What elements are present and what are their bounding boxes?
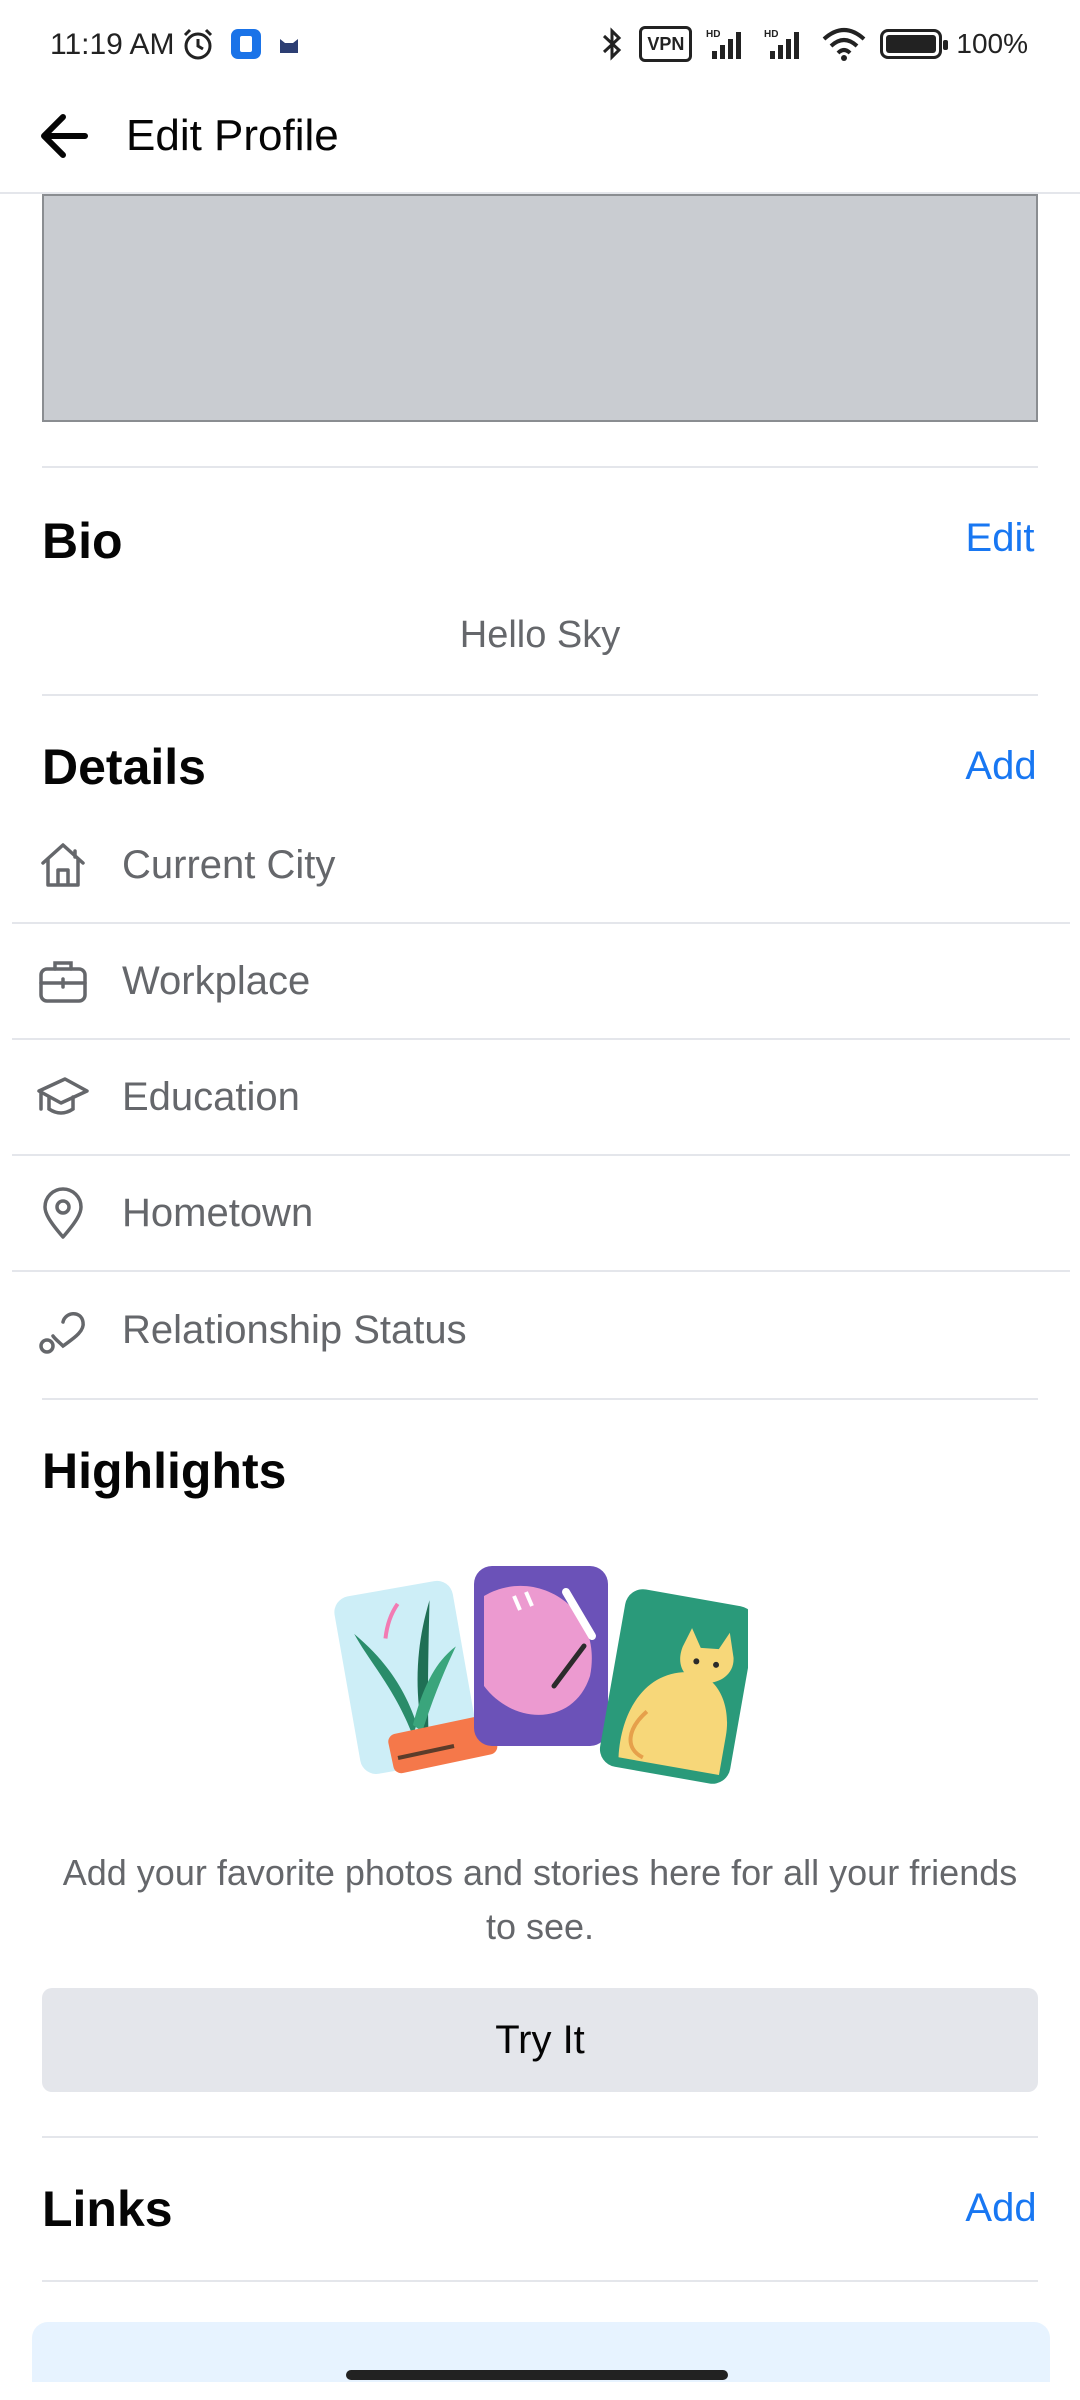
app-notification-icon (230, 26, 262, 62)
detail-item-relationship-status[interactable]: Relationship Status (12, 1272, 1070, 1388)
cat-icon (276, 26, 302, 62)
detail-item-workplace[interactable]: Workplace (12, 924, 1070, 1040)
details-section-title: Details (42, 739, 206, 795)
divider (42, 2280, 1038, 2282)
hd-signal-icon: HD (764, 26, 808, 62)
divider (42, 2136, 1038, 2138)
photo-cards-illustration (334, 1566, 756, 1794)
highlights-description: Add your favorite photos and stories her… (62, 1852, 1018, 1947)
bio-text: Hello Sky (459, 614, 621, 656)
detail-label: Education (122, 1074, 300, 1119)
status-right-icons: VPN HD HD 100% (599, 26, 1028, 62)
detail-item-education[interactable]: Education (12, 1040, 1070, 1156)
divider (42, 466, 1038, 468)
cover-photo[interactable] (42, 194, 1038, 422)
vpn-icon: VPN (639, 26, 693, 62)
bio-section-title: Bio (42, 513, 123, 569)
divider (42, 694, 1038, 696)
links-section-title: Links (42, 2181, 173, 2237)
edit-bio-button[interactable]: Edit (936, 506, 1064, 570)
add-details-button[interactable]: Add (938, 734, 1064, 798)
detail-label: Current City (122, 842, 336, 887)
highlights-section-title: Highlights (42, 1443, 287, 1499)
house-icon (12, 837, 108, 893)
detail-label: Workplace (122, 958, 311, 1003)
add-links-button[interactable]: Add (938, 2176, 1064, 2240)
details-list: Current City Workplace Education Hometow… (12, 808, 1070, 1388)
divider (42, 1398, 1038, 1400)
heart-icon (12, 1302, 108, 1358)
back-button[interactable] (0, 78, 126, 194)
briefcase-icon (12, 953, 108, 1009)
graduation-cap-icon (12, 1069, 108, 1125)
status-time: 11:19 AM (50, 28, 175, 61)
home-indicator[interactable] (346, 2370, 728, 2380)
detail-item-current-city[interactable]: Current City (12, 808, 1070, 924)
bluetooth-icon (599, 26, 625, 62)
status-bar: 11:19 AM VPN HD HD 100% (0, 0, 1080, 80)
detail-item-hometown[interactable]: Hometown (12, 1156, 1070, 1272)
status-left-icons (180, 26, 302, 62)
detail-label: Relationship Status (122, 1307, 467, 1352)
try-it-button[interactable]: Try It (42, 1988, 1038, 2092)
battery-percent: 100% (956, 28, 1028, 59)
app-bar: Edit Profile (0, 78, 1080, 194)
svg-text:HD: HD (764, 29, 778, 40)
page-title: Edit Profile (126, 111, 339, 160)
hd-signal-icon: HD (706, 26, 750, 62)
svg-text:HD: HD (706, 29, 720, 40)
detail-label: Hometown (122, 1190, 314, 1235)
location-pin-icon (12, 1185, 108, 1241)
battery-icon (880, 26, 949, 62)
arrow-left-icon (41, 114, 88, 158)
wifi-icon (822, 26, 866, 62)
alarm-icon (180, 26, 216, 62)
